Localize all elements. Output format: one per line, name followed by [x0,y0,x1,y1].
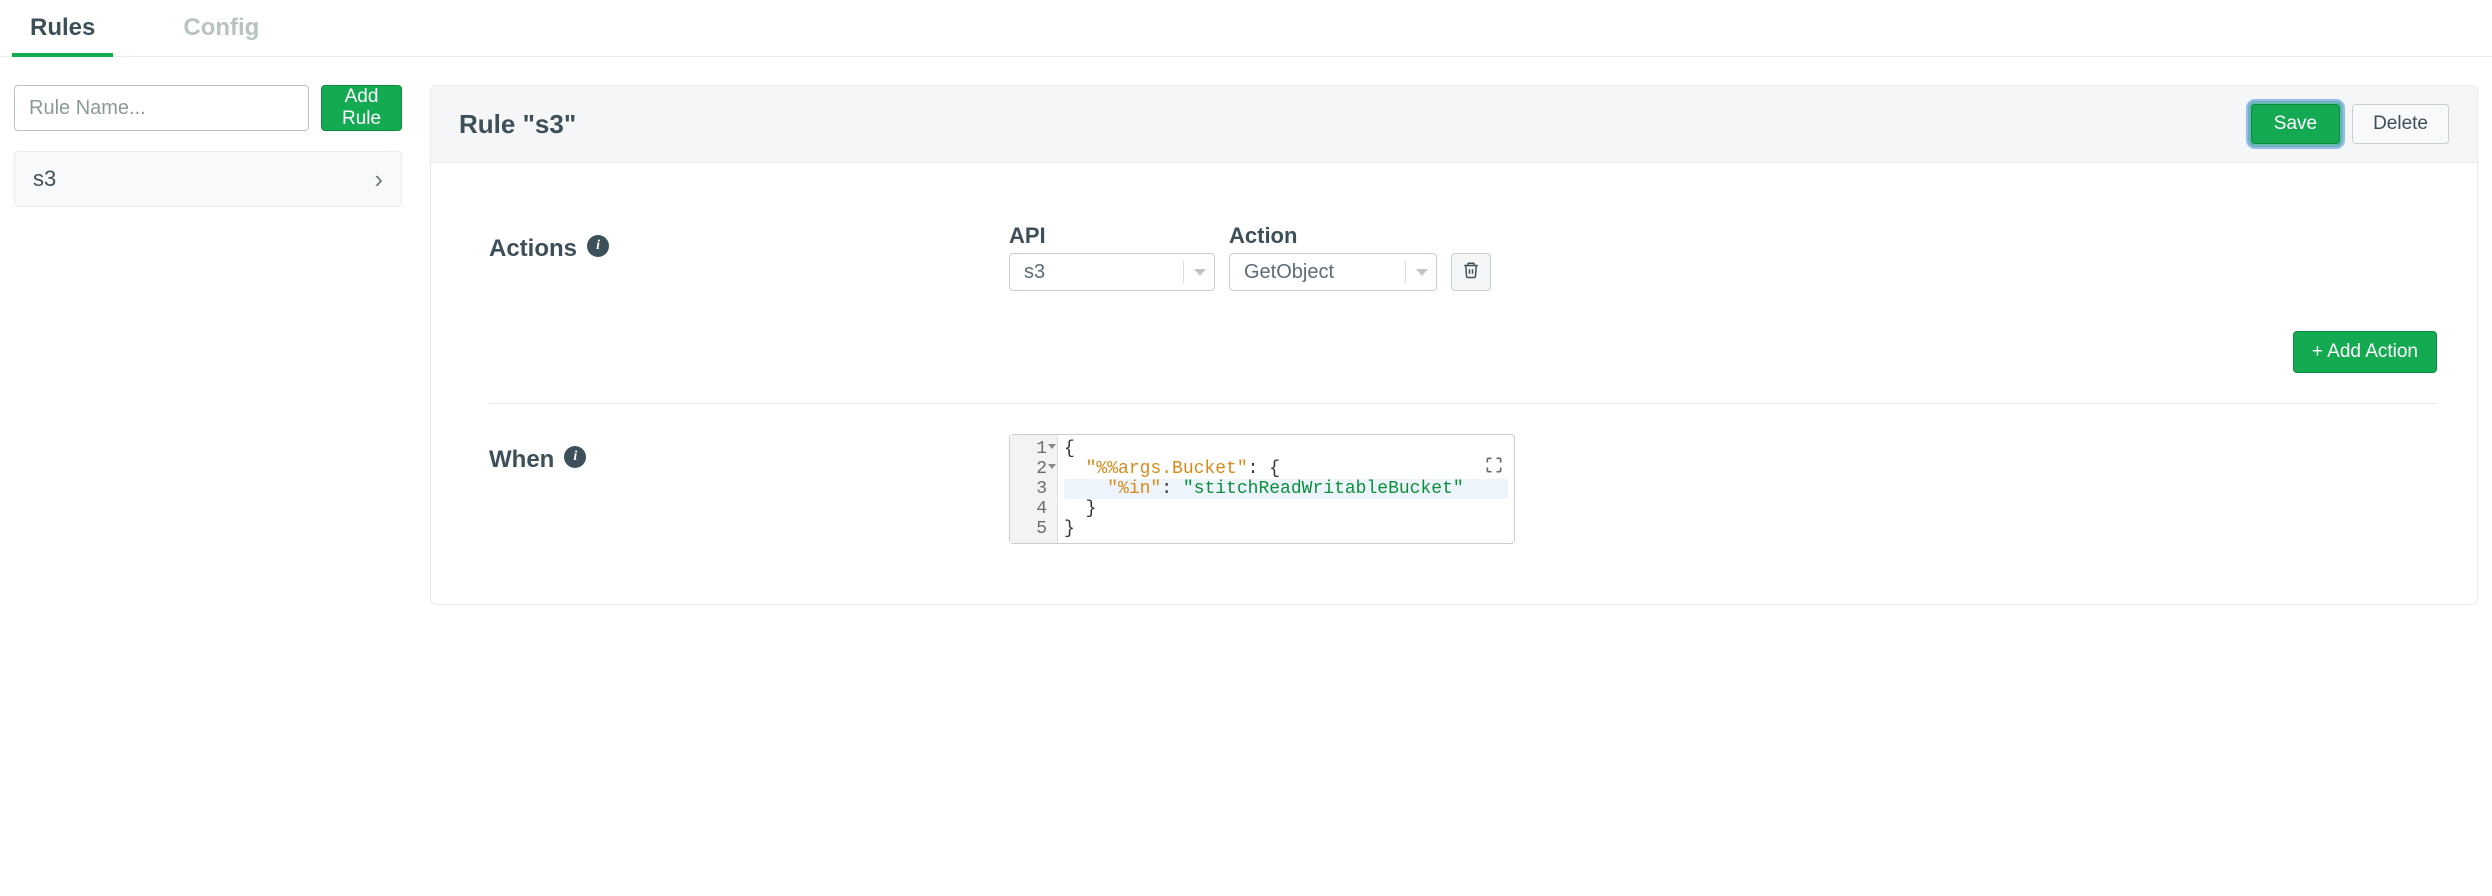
rule-item-name: s3 [33,166,56,192]
api-select[interactable]: s3 [1009,253,1215,291]
info-icon[interactable]: i [564,446,586,468]
delete-button[interactable]: Delete [2352,104,2449,144]
info-icon[interactable]: i [587,235,609,257]
panel-title: Rule "s3" [459,109,576,140]
chevron-right-icon: › [374,164,383,195]
api-label: API [1009,223,1215,249]
api-select-value: s3 [1024,261,1173,284]
sidebar: Add Rule s3 › [14,85,402,207]
add-action-button[interactable]: + Add Action [2293,331,2437,373]
editor-gutter: 1 2 3 4 5 [1010,435,1058,543]
editor-code[interactable]: { "%%args.Bucket": { "%in": "stitchReadW… [1058,435,1514,543]
actions-section: Actions i API s3 [489,193,2437,404]
delete-action-button[interactable] [1451,253,1491,291]
panel-header: Rule "s3" Save Delete [431,86,2477,163]
when-editor[interactable]: 1 2 3 4 5 { "%%args.Bucket": { "%in": "s… [1009,434,1515,544]
expand-icon[interactable] [1484,455,1504,475]
chevron-down-icon [1194,269,1206,276]
rule-panel: Rule "s3" Save Delete Actions i API [430,85,2478,605]
action-label: Action [1229,223,1437,249]
actions-label: Actions [489,235,577,263]
tab-rules[interactable]: Rules [12,0,113,56]
add-rule-button[interactable]: Add Rule [321,85,402,131]
action-select[interactable]: GetObject [1229,253,1437,291]
tab-config[interactable]: Config [165,0,277,56]
chevron-down-icon [1416,269,1428,276]
rule-list-item[interactable]: s3 › [14,151,402,207]
when-label: When [489,446,554,474]
trash-icon [1462,261,1480,283]
save-button[interactable]: Save [2251,104,2340,144]
tabs: Rules Config [0,0,2492,57]
action-select-value: GetObject [1244,261,1395,284]
rule-name-input[interactable] [14,85,309,131]
when-section: When i 1 2 3 4 5 { "%%args.Bucket": { "%… [489,404,2437,574]
